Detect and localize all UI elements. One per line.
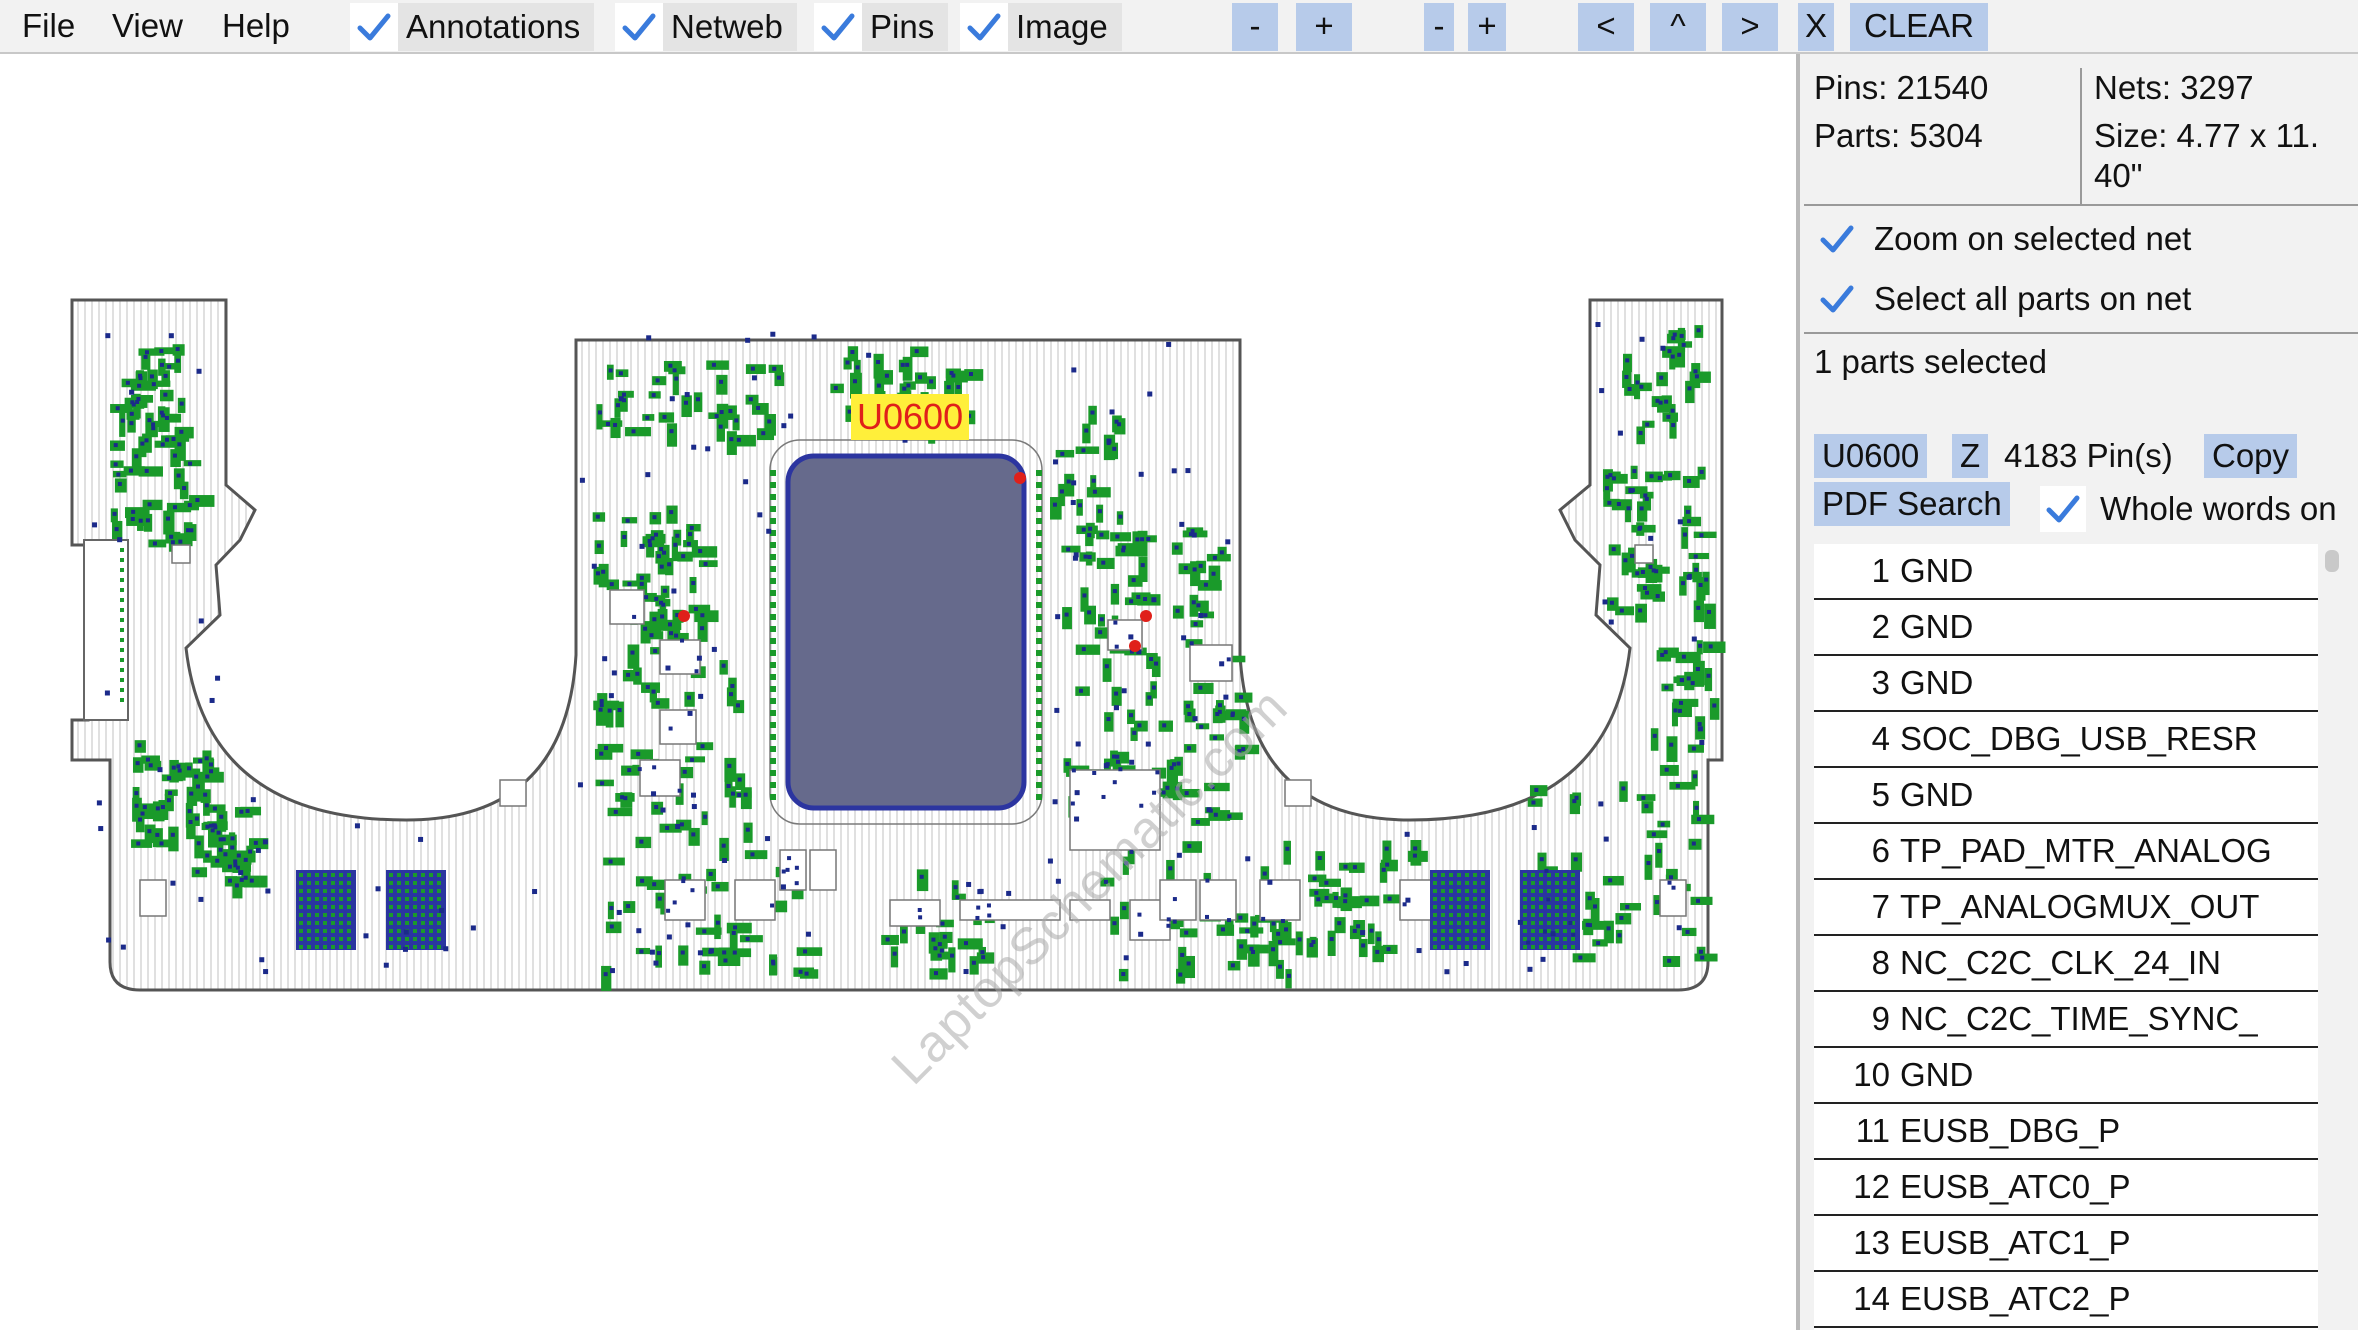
nets-count: Nets: 3297 bbox=[2094, 69, 2254, 106]
next-button[interactable]: > bbox=[1722, 3, 1778, 51]
parts-count: Parts: 5304 bbox=[1814, 117, 1983, 154]
pin-net-name: EUSB_ATC1_P bbox=[1900, 1224, 2131, 1261]
checkmark-icon bbox=[350, 3, 398, 51]
pin-list-scrollbar[interactable] bbox=[2320, 544, 2344, 1330]
toolbar: File View Help Annotations Netweb Pins I… bbox=[0, 0, 2358, 54]
pin-row[interactable]: 7 TP_ANALOGMUX_OUT bbox=[1814, 880, 2318, 936]
whole-words-option[interactable]: Whole words on bbox=[2040, 484, 2337, 534]
close-button[interactable]: X bbox=[1798, 3, 1834, 51]
scrollbar-thumb[interactable] bbox=[2325, 550, 2339, 572]
zoom-in-fine-button[interactable]: + bbox=[1468, 3, 1506, 51]
side-panel: Pins: 21540 Nets: 3297 Parts: 5304 Size:… bbox=[1800, 54, 2358, 1330]
pin-net-name: EUSB_ATC2_P bbox=[1900, 1280, 2131, 1317]
pin-number: 2 bbox=[1871, 608, 1890, 645]
pin-row[interactable]: 6 TP_PAD_MTR_ANALOG bbox=[1814, 824, 2318, 880]
pin-number: 5 bbox=[1871, 776, 1890, 813]
zoom-in-button[interactable]: + bbox=[1296, 3, 1352, 51]
selected-part-chip[interactable]: U0600 bbox=[1814, 434, 1928, 478]
clear-button[interactable]: CLEAR bbox=[1850, 3, 1988, 51]
pin-net-name: GND bbox=[1900, 664, 1974, 701]
board-view[interactable] bbox=[0, 54, 1796, 1330]
toggle-netweb[interactable]: Netweb bbox=[615, 3, 797, 51]
toggle-annotations-label: Annotations bbox=[398, 3, 595, 51]
pin-number: 6 bbox=[1871, 832, 1890, 869]
pin-number: 3 bbox=[1871, 664, 1890, 701]
pin-number: 9 bbox=[1871, 1000, 1890, 1037]
pin-net-name: GND bbox=[1900, 552, 1974, 589]
pin-row[interactable]: 12 EUSB_ATC0_P bbox=[1814, 1160, 2318, 1216]
pin-number: 10 bbox=[1853, 1056, 1890, 1093]
pin-row[interactable]: 3 GND bbox=[1814, 656, 2318, 712]
pin-row[interactable]: 11 EUSB_DBG_P bbox=[1814, 1104, 2318, 1160]
checkmark-icon bbox=[2040, 486, 2086, 532]
pdf-search-button[interactable]: PDF Search bbox=[1814, 482, 2010, 526]
pin-number: 12 bbox=[1853, 1168, 1890, 1205]
zoom-to-part-button[interactable]: Z bbox=[1952, 434, 1989, 478]
board-canvas[interactable]: LaptopSchematic.com U0600 bbox=[0, 54, 1796, 1330]
previous-button[interactable]: < bbox=[1578, 3, 1634, 51]
selection-status: 1 parts selected bbox=[1814, 343, 2047, 380]
pin-net-name: SOC_DBG_USB_RESR bbox=[1900, 720, 2258, 757]
pin-net-name: GND bbox=[1900, 776, 1974, 813]
toggle-image[interactable]: Image bbox=[960, 3, 1122, 51]
pin-row[interactable]: 4 SOC_DBG_USB_RESR bbox=[1814, 712, 2318, 768]
pin-number: 1 bbox=[1871, 552, 1890, 589]
pin-net-name: EUSB_DBG_P bbox=[1900, 1112, 2121, 1149]
select-all-parts-on-net-label: Select all parts on net bbox=[1874, 280, 2192, 317]
pin-number: 11 bbox=[1855, 1112, 1890, 1149]
menu-file[interactable]: File bbox=[22, 6, 75, 46]
pin-row[interactable]: 5 GND bbox=[1814, 768, 2318, 824]
pin-net-name: EUSB_ATC0_P bbox=[1900, 1168, 2131, 1205]
pin-row[interactable]: 8 NC_C2C_CLK_24_IN bbox=[1814, 936, 2318, 992]
pin-number: 7 bbox=[1871, 888, 1890, 925]
up-button[interactable]: ^ bbox=[1650, 3, 1706, 51]
selected-part-label[interactable]: U0600 bbox=[851, 394, 970, 440]
pin-number: 13 bbox=[1853, 1224, 1890, 1261]
menu-view[interactable]: View bbox=[112, 6, 183, 46]
toggle-annotations[interactable]: Annotations bbox=[350, 3, 595, 51]
pin-row[interactable]: 2 GND bbox=[1814, 600, 2318, 656]
zoom-out-button[interactable]: - bbox=[1232, 3, 1278, 51]
checkmark-icon bbox=[814, 3, 862, 51]
soc-package[interactable] bbox=[785, 453, 1027, 811]
checkmark-icon bbox=[960, 3, 1008, 51]
toggle-pins[interactable]: Pins bbox=[814, 3, 949, 51]
pin-net-name: NC_C2C_TIME_SYNC_ bbox=[1900, 1000, 2258, 1037]
select-all-parts-on-net-option[interactable]: Select all parts on net bbox=[1814, 274, 2191, 324]
zoom-on-selected-net-option[interactable]: Zoom on selected net bbox=[1814, 214, 2191, 264]
pin-net-name: GND bbox=[1900, 608, 1974, 645]
copy-button[interactable]: Copy bbox=[2204, 434, 2298, 478]
pin-row[interactable]: 13 EUSB_ATC1_P bbox=[1814, 1216, 2318, 1272]
checkmark-icon bbox=[1814, 216, 1860, 262]
pin-net-name: GND bbox=[1900, 1056, 1974, 1093]
pin-row[interactable]: 1 GND bbox=[1814, 544, 2318, 600]
pin-row[interactable]: 10 GND bbox=[1814, 1048, 2318, 1104]
stats-divider bbox=[2080, 68, 2082, 204]
zoom-on-selected-net-label: Zoom on selected net bbox=[1874, 220, 2192, 257]
board-size-cont: 40" bbox=[2094, 157, 2143, 194]
toggle-pins-label: Pins bbox=[862, 3, 949, 51]
pin-number: 8 bbox=[1871, 944, 1890, 981]
pin-number: 14 bbox=[1853, 1280, 1890, 1317]
pins-count: Pins: 21540 bbox=[1814, 69, 1989, 106]
pin-row[interactable]: 14 EUSB_ATC2_P bbox=[1814, 1272, 2318, 1328]
toggle-netweb-label: Netweb bbox=[663, 3, 797, 51]
whole-words-label: Whole words on bbox=[2100, 490, 2337, 527]
stats-separator bbox=[1804, 204, 2358, 206]
pin-number: 4 bbox=[1871, 720, 1890, 757]
options-separator bbox=[1804, 332, 2358, 334]
pin-row[interactable]: 9 NC_C2C_TIME_SYNC_ bbox=[1814, 992, 2318, 1048]
pin-net-name: TP_ANALOGMUX_OUT bbox=[1900, 888, 2260, 925]
pin-net-name: NC_C2C_CLK_24_IN bbox=[1900, 944, 2221, 981]
pin-net-name: TP_PAD_MTR_ANALOG bbox=[1900, 832, 2272, 869]
zoom-out-fine-button[interactable]: - bbox=[1424, 3, 1454, 51]
pin-count: 4183 Pin(s) bbox=[2004, 437, 2173, 474]
menu-help[interactable]: Help bbox=[222, 6, 290, 46]
toggle-image-label: Image bbox=[1008, 3, 1122, 51]
checkmark-icon bbox=[1814, 276, 1860, 322]
checkmark-icon bbox=[615, 3, 663, 51]
pin-list[interactable]: 1 GND 2 GND 3 GND 4 SOC_DBG_USB_RESR 5 GND 6 TP_PAD… bbox=[1814, 544, 2318, 1330]
